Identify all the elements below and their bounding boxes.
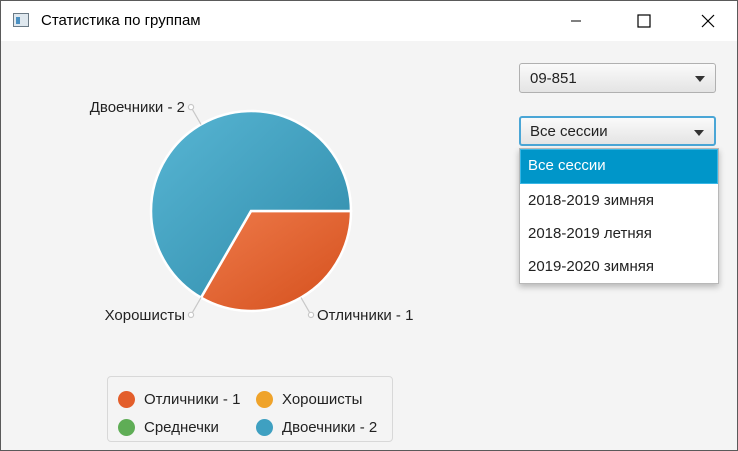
label-marker-3 <box>187 103 195 111</box>
chevron-down-icon <box>695 76 705 82</box>
app-window: Статистика по группам Отличники - 1 Хоро… <box>0 0 738 451</box>
legend-dot <box>118 418 135 436</box>
legend-dot <box>256 390 273 408</box>
app-window-icon <box>13 13 29 27</box>
session-select[interactable]: Все сессии <box>519 116 716 146</box>
close-button[interactable] <box>685 1 731 41</box>
legend-label: Среднечки <box>144 418 219 436</box>
maximize-icon <box>637 14 651 28</box>
legend-label: Двоечники - 2 <box>282 418 378 436</box>
label-marker-0 <box>307 311 315 319</box>
session-dropdown: Все сессии 2018-2019 зимняя 2018-2019 ле… <box>519 148 719 284</box>
legend-dot <box>256 418 273 436</box>
dropdown-option[interactable]: Все сессии <box>520 149 718 184</box>
minimize-icon <box>571 20 581 22</box>
legend-item: Хорошисты <box>256 389 362 409</box>
pie-label-3: Двоечники - 2 <box>90 99 185 116</box>
minimize-button[interactable] <box>553 1 599 41</box>
legend-item: Отличники - 1 <box>118 389 240 409</box>
close-icon <box>701 14 715 28</box>
maximize-button[interactable] <box>621 1 667 41</box>
content-area: Отличники - 1 Хорошисты Двоечники - 2 09-8… <box>1 41 737 451</box>
legend-label: Отличники - 1 <box>144 390 241 408</box>
legend-label: Хорошисты <box>282 390 363 408</box>
dropdown-option[interactable]: 2018-2019 зимняя <box>520 184 718 217</box>
dropdown-option[interactable]: 2018-2019 летняя <box>520 217 718 250</box>
window-title: Статистика по группам <box>41 12 201 29</box>
title-bar: Статистика по группам <box>1 1 737 41</box>
chevron-down-icon <box>694 130 704 136</box>
session-select-value: Все сессии <box>530 123 608 140</box>
group-select[interactable]: 09-851 <box>519 63 716 93</box>
pie-label-0: Отличники - 1 <box>317 307 413 324</box>
group-select-value: 09-851 <box>530 70 577 87</box>
label-marker-1 <box>187 311 195 319</box>
legend-dot <box>118 390 135 408</box>
legend-item: Двоечники - 2 <box>256 417 377 437</box>
pie-label-1: Хорошисты <box>105 307 185 324</box>
legend-item: Среднечки <box>118 417 219 437</box>
dropdown-option[interactable]: 2019-2020 зимняя <box>520 250 718 283</box>
chart-legend: Отличники - 1 Хорошисты Среднечки Двоечн… <box>107 376 393 442</box>
